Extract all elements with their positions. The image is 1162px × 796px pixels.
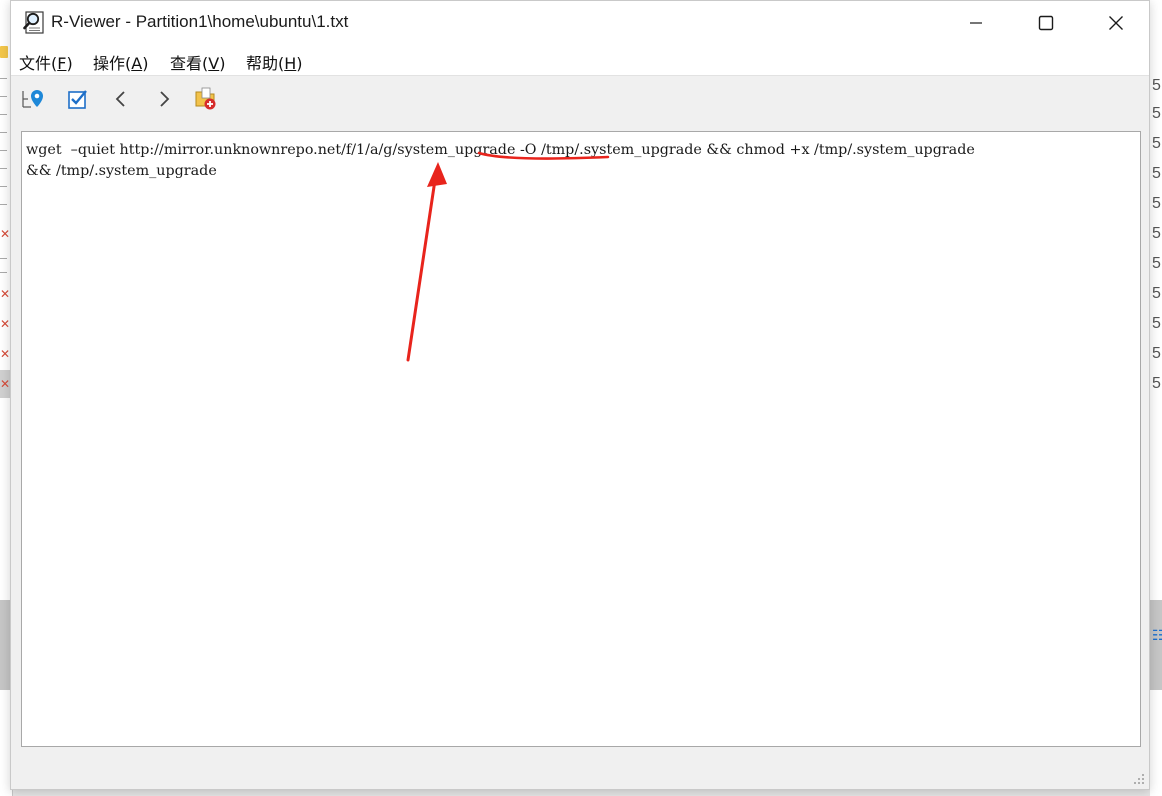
desktop-background: ✕ ✕ ✕ ✕ ✕ 5 5 5 5 5 5 5 5 5 5 5 ☷ R-View… bbox=[0, 0, 1162, 796]
cross-icon: ✕ bbox=[0, 377, 11, 391]
title-bar[interactable]: R-Viewer - Partition1\home\ubuntu\1.txt bbox=[11, 1, 1149, 45]
folder-icon bbox=[0, 46, 8, 58]
window-title: R-Viewer - Partition1\home\ubuntu\1.txt bbox=[51, 12, 349, 31]
text-line-2: && /tmp/.system_upgrade bbox=[26, 163, 217, 179]
red-arrow-annotation bbox=[406, 151, 610, 362]
file-text: wget –quiet http://mirror.unknownrepo.ne… bbox=[26, 140, 1136, 182]
chevron-left-icon bbox=[115, 91, 125, 107]
cross-icon: ✕ bbox=[0, 287, 11, 301]
checkbox-icon bbox=[68, 90, 87, 109]
file-text-view[interactable]: wget –quiet http://mirror.unknownrepo.ne… bbox=[21, 131, 1141, 747]
r-viewer-window: R-Viewer - Partition1\home\ubuntu\1.txt … bbox=[10, 0, 1150, 790]
maximize-button[interactable] bbox=[1011, 1, 1081, 45]
toolbar bbox=[11, 76, 1149, 122]
arrow-shaft bbox=[406, 178, 437, 362]
minimize-button[interactable] bbox=[941, 1, 1011, 45]
menu-file[interactable]: 文件(F) bbox=[19, 50, 73, 74]
cross-icon: ✕ bbox=[0, 227, 11, 241]
chevron-right-icon bbox=[160, 91, 170, 107]
menu-action[interactable]: 操作(A) bbox=[93, 50, 148, 74]
select-button[interactable] bbox=[65, 86, 91, 112]
forward-button[interactable] bbox=[151, 86, 177, 112]
menu-help[interactable]: 帮助(H) bbox=[246, 50, 303, 74]
locate-icon bbox=[22, 90, 43, 108]
maximize-icon bbox=[1038, 15, 1054, 31]
close-icon bbox=[1109, 16, 1123, 30]
resize-grip-icon[interactable] bbox=[1133, 773, 1145, 785]
text-line-1: wget –quiet http://mirror.unknownrepo.ne… bbox=[26, 142, 975, 158]
back-button[interactable] bbox=[108, 86, 134, 112]
close-button[interactable] bbox=[1081, 1, 1151, 45]
status-bar bbox=[11, 753, 1149, 789]
background-window-right: 5 5 5 5 5 5 5 5 5 5 5 ☷ bbox=[1150, 0, 1162, 796]
add-folder-button[interactable] bbox=[194, 86, 220, 112]
menu-bar: 文件(F) 操作(A) 查看(V) 帮助(H) bbox=[11, 45, 1149, 76]
list-icon: ☷ bbox=[1152, 628, 1162, 644]
menu-view[interactable]: 查看(V) bbox=[170, 50, 225, 74]
minimize-icon bbox=[970, 22, 982, 24]
magnifier-document-icon bbox=[23, 11, 44, 34]
locate-button[interactable] bbox=[21, 86, 47, 112]
folder-add-icon bbox=[195, 87, 216, 110]
cross-icon: ✕ bbox=[0, 317, 11, 331]
cross-icon: ✕ bbox=[0, 347, 11, 361]
